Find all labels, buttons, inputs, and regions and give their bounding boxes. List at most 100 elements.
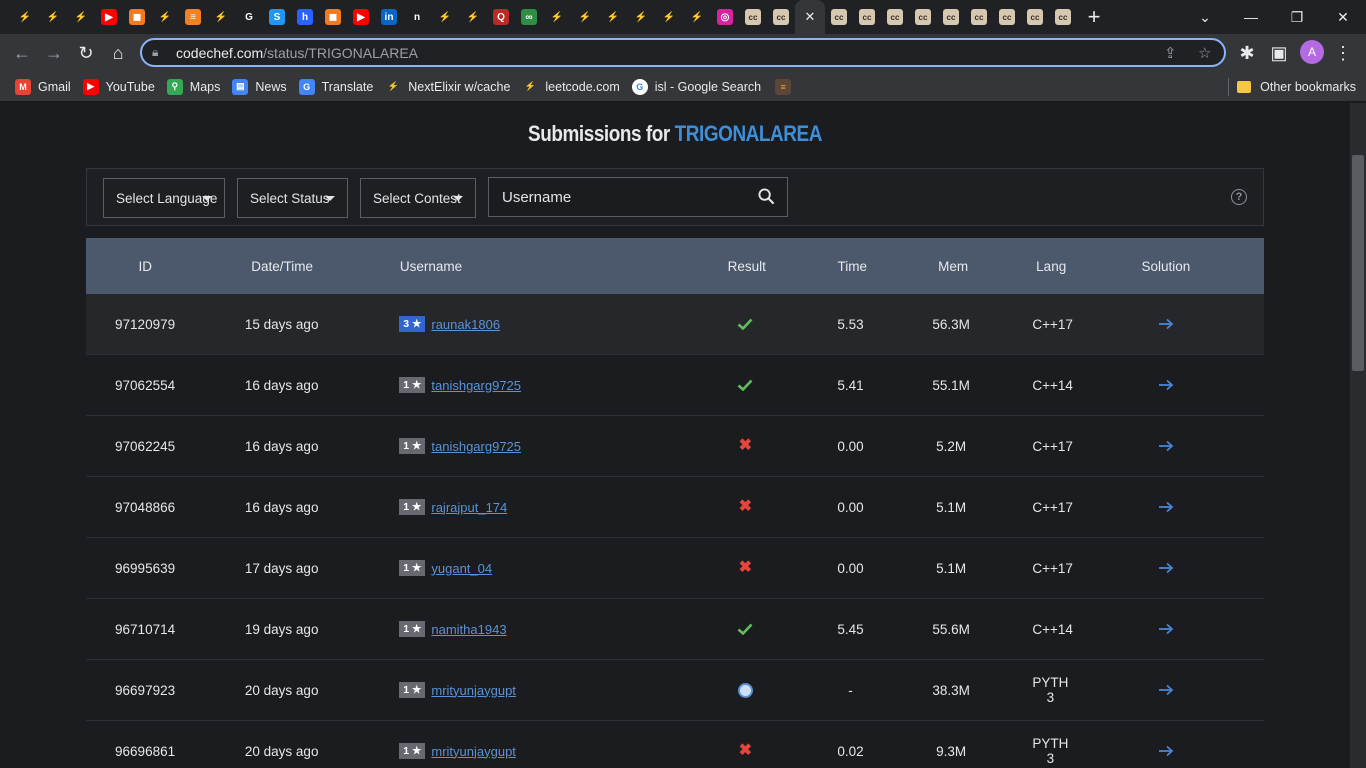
username-link[interactable]: yugant_04 — [431, 561, 492, 576]
tab[interactable]: ⚡ — [207, 0, 235, 34]
back-icon[interactable]: ← — [6, 37, 38, 69]
bookmark-overflow-icon[interactable]: ≡ — [775, 78, 798, 95]
submissions-table: ID Date/Time Username Result Time Mem Lang Solu… — [86, 238, 1264, 768]
bookmark-item[interactable]: G Translate — [298, 78, 373, 95]
bookmark-star-icon[interactable]: ☆ — [1198, 40, 1211, 65]
tab[interactable]: ⚡ — [459, 0, 487, 34]
tab[interactable]: cc — [739, 0, 767, 34]
tab[interactable]: ⚡ — [67, 0, 95, 34]
search-icon[interactable] — [758, 188, 775, 205]
tab[interactable]: ⚡ — [39, 0, 67, 34]
tab[interactable]: G — [235, 0, 263, 34]
arrow-right-icon[interactable] — [1158, 379, 1174, 391]
tab[interactable]: ⚡ — [683, 0, 711, 34]
tab[interactable]: cc — [909, 0, 937, 34]
arrow-right-icon[interactable] — [1158, 501, 1174, 513]
profile-avatar[interactable]: A — [1300, 40, 1324, 64]
status-select[interactable]: Select Status — [237, 178, 348, 218]
problem-code-link[interactable]: TRIGONALAREA — [675, 121, 823, 146]
close-tab-icon[interactable]: ✕ — [805, 9, 816, 25]
username-link[interactable]: mrityunjaygupt — [431, 683, 516, 698]
username-link[interactable]: namitha1943 — [431, 622, 506, 637]
tab[interactable]: cc — [853, 0, 881, 34]
help-icon[interactable]: ? — [1231, 189, 1247, 205]
username-link[interactable]: tanishgarg9725 — [431, 439, 521, 454]
username-link[interactable]: rajrajput_174 — [431, 500, 507, 515]
tab[interactable]: cc — [825, 0, 853, 34]
bookmark-item[interactable]: ▤ News — [232, 78, 287, 95]
arrow-right-icon[interactable] — [1158, 623, 1174, 635]
tab[interactable]: cc — [965, 0, 993, 34]
scrollbar-thumb[interactable] — [1352, 155, 1364, 371]
menu-icon[interactable]: ⋮ — [1327, 37, 1359, 69]
user-cell: 1 ★ tanishgarg9725 — [359, 377, 659, 393]
extensions-icon[interactable]: ✱ — [1231, 37, 1263, 69]
reload-icon[interactable]: ↻ — [70, 37, 102, 69]
tab[interactable]: S — [263, 0, 291, 34]
username-link[interactable]: raunak1806 — [431, 317, 500, 332]
tab[interactable]: ▶ — [95, 0, 123, 34]
arrow-right-icon[interactable] — [1158, 745, 1174, 757]
memory-used: 5.2M — [936, 438, 967, 454]
tab[interactable]: cc — [767, 0, 795, 34]
tab[interactable]: ⚡ — [11, 0, 39, 34]
side-panel-icon[interactable]: ▣ — [1263, 37, 1295, 69]
share-icon[interactable]: ⇪ — [1164, 40, 1177, 65]
bookmark-item[interactable]: ⚲ Maps — [166, 78, 220, 95]
tab[interactable]: in — [375, 0, 403, 34]
tab-search-icon[interactable]: ⌄ — [1182, 0, 1228, 34]
tab[interactable]: ∞ — [515, 0, 543, 34]
check-icon — [737, 318, 753, 330]
tab[interactable]: ⚡ — [655, 0, 683, 34]
tab[interactable]: cc — [937, 0, 965, 34]
tab[interactable]: ▶ — [347, 0, 375, 34]
submission-id: 97062245 — [115, 438, 176, 454]
tab[interactable]: cc — [993, 0, 1021, 34]
memory-used: 56.3M — [932, 316, 970, 332]
tab[interactable]: ⚡ — [543, 0, 571, 34]
tab[interactable]: ◼ — [123, 0, 151, 34]
close-window-icon[interactable]: ✕ — [1320, 0, 1366, 34]
tab[interactable]: cc — [1049, 0, 1077, 34]
tab[interactable]: ⚡ — [599, 0, 627, 34]
caret-down-icon — [325, 196, 335, 201]
submission-id: 96696861 — [115, 743, 176, 759]
tab[interactable]: Q — [487, 0, 515, 34]
tab[interactable]: cc — [1021, 0, 1049, 34]
active-tab[interactable]: ✕ — [795, 0, 825, 34]
tab[interactable]: n — [403, 0, 431, 34]
tab[interactable]: ⚡ — [431, 0, 459, 34]
tab[interactable]: ◎ — [711, 0, 739, 34]
tab[interactable]: cc — [881, 0, 909, 34]
arrow-right-icon[interactable] — [1158, 562, 1174, 574]
username-search-input[interactable]: Username — [488, 177, 788, 217]
username-placeholder: Username — [502, 188, 572, 206]
home-icon[interactable]: ⌂ — [102, 37, 134, 69]
bookmark-item[interactable]: Gisl - Google Search — [631, 78, 761, 95]
cc-icon: cc — [971, 9, 987, 25]
tab[interactable]: ≡ — [179, 0, 207, 34]
arrow-right-icon[interactable] — [1158, 684, 1174, 696]
username-link[interactable]: mrityunjaygupt — [431, 744, 516, 759]
tab[interactable]: h — [291, 0, 319, 34]
new-tab-button[interactable]: + — [1077, 0, 1111, 34]
tab[interactable]: ⚡ — [151, 0, 179, 34]
submission-id: 97062554 — [115, 377, 176, 393]
arrow-right-icon[interactable] — [1158, 318, 1174, 330]
bookmark-item[interactable]: ⚡ leetcode.com — [522, 79, 620, 95]
bookmark-item[interactable]: ⚡ NextElixir w/cache — [385, 79, 511, 95]
restore-icon[interactable]: ❐ — [1274, 0, 1320, 34]
contest-select[interactable]: Select Contest — [360, 178, 476, 218]
tab[interactable]: ◼ — [319, 0, 347, 34]
tab[interactable]: ⚡ — [627, 0, 655, 34]
username-link[interactable]: tanishgarg9725 — [431, 378, 521, 393]
forward-icon[interactable]: → — [38, 37, 70, 69]
arrow-right-icon[interactable] — [1158, 440, 1174, 452]
other-bookmarks[interactable]: Other bookmarks — [1237, 72, 1356, 102]
language-select[interactable]: Select Language — [103, 178, 225, 218]
bookmark-item[interactable]: ▶ YouTube — [82, 78, 155, 95]
minimize-icon[interactable]: — — [1228, 0, 1274, 34]
address-bar[interactable]: 🔒︎ codechef.com/status/TRIGONALAREA ⇪ ☆ — [140, 38, 1226, 67]
tab[interactable]: ⚡ — [571, 0, 599, 34]
bookmark-item[interactable]: M Gmail — [15, 78, 71, 95]
